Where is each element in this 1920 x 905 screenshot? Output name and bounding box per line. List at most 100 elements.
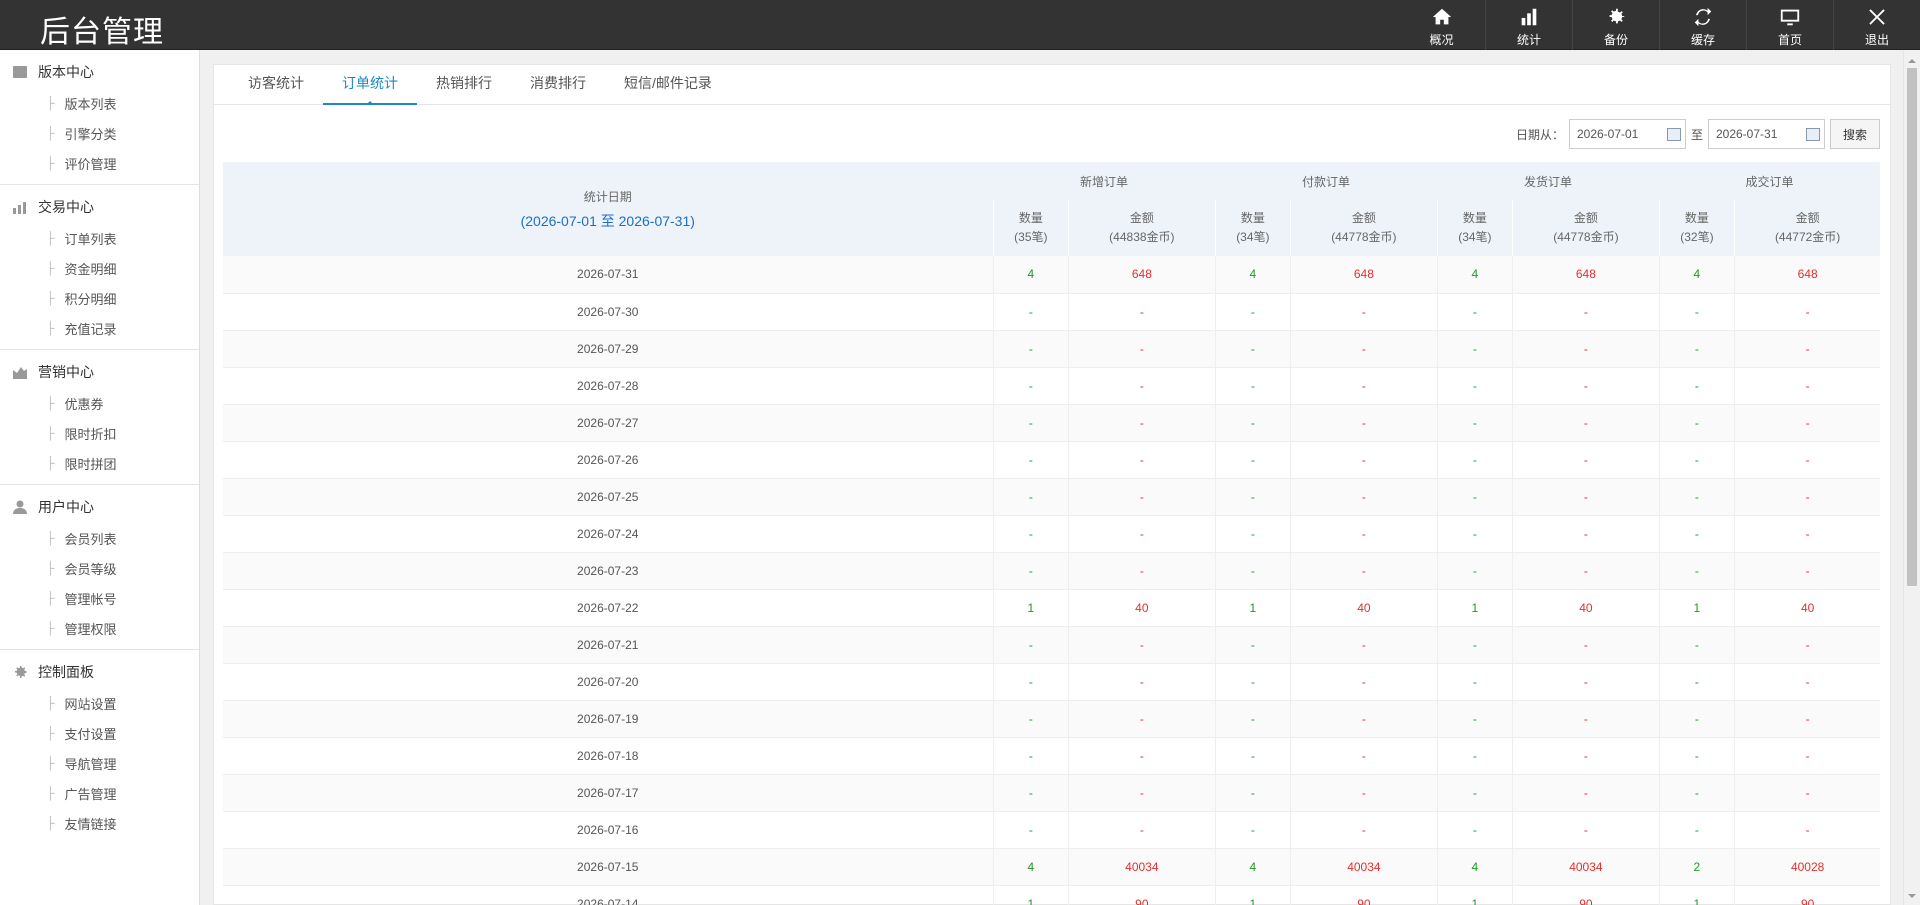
nav-stats[interactable]: 统计 [1485, 0, 1572, 50]
sidebar-item[interactable]: ├ 会员列表 [0, 523, 199, 553]
item-label: 广告管理 [64, 786, 117, 802]
sub-header: 金额 (44778金币) [1512, 200, 1660, 256]
date-cell: 2026-07-27 [223, 404, 993, 442]
sidebar-item[interactable]: ├ 评价管理 [0, 148, 199, 178]
group-title-text: 控制面板 [38, 664, 94, 680]
sidebar-group-title[interactable]: 控制面板 [0, 656, 199, 688]
date-from-input[interactable]: 2026-07-01 [1568, 119, 1686, 149]
sidebar-item[interactable]: ├ 导航管理 [0, 748, 199, 778]
sidebar-item[interactable]: ├ 广告管理 [0, 778, 199, 808]
sub-header: 金额 (44772金币) [1734, 200, 1880, 256]
refresh-icon [1694, 7, 1712, 27]
date-cell: 2026-07-21 [223, 626, 993, 664]
item-label: 友情链接 [64, 816, 117, 832]
close-icon [1869, 9, 1885, 25]
count-cell: - [1436, 626, 1513, 664]
item-label: 评价管理 [64, 156, 117, 172]
sidebar-group-title[interactable]: 用户中心 [0, 491, 199, 523]
sub-header-total: (44772金币) [1774, 230, 1841, 244]
sidebar-item[interactable]: ├ 优惠券 [0, 388, 199, 418]
amount-cell: - [1734, 367, 1880, 405]
count-cell: - [1658, 330, 1735, 368]
item-label: 优惠券 [64, 396, 104, 412]
calendar-icon[interactable] [1666, 128, 1681, 141]
sidebar-group-title[interactable]: 营销中心 [0, 356, 199, 388]
date-cell: 2026-07-22 [223, 589, 993, 627]
date-filter: 日期从： 2026-07-01 至 2026-07-31 搜索 [1516, 119, 1880, 149]
sidebar-item[interactable]: ├ 资金明细 [0, 253, 199, 283]
sidebar-item[interactable]: ├ 版本列表 [0, 88, 199, 118]
count-cell: - [1658, 700, 1735, 738]
tab-order-stats[interactable]: 订单统计 [323, 65, 417, 105]
scroll-down-icon[interactable] [1908, 894, 1916, 902]
count-cell: - [1214, 737, 1291, 775]
date-cell: 2026-07-23 [223, 552, 993, 590]
amount-cell: - [1290, 811, 1438, 849]
scroll-up-icon[interactable] [1908, 55, 1916, 63]
sidebar-group-user: 用户中心 ├ 会员列表 ├ 会员等级 ├ 管理帐号 ├ 管理权限 [0, 485, 199, 650]
amount-cell: - [1290, 663, 1438, 701]
sidebar-item[interactable]: ├ 管理权限 [0, 613, 199, 643]
date-cell: 2026-07-17 [223, 774, 993, 812]
tab-sms-email-log[interactable]: 短信/邮件记录 [605, 65, 731, 105]
count-cell: 1 [992, 885, 1069, 905]
nav-logout[interactable]: 退出 [1833, 0, 1920, 50]
sub-header-total: (34笔) [1236, 230, 1270, 244]
table-row: 2026-07-24- - - - - - - - [223, 515, 1880, 553]
gear-icon [1609, 8, 1625, 24]
tab-visitor-stats[interactable]: 访客统计 [229, 65, 323, 105]
sidebar-item[interactable]: ├ 限时拼团 [0, 448, 199, 478]
item-label: 引擎分类 [64, 126, 117, 142]
sidebar-item[interactable]: ├ 充值记录 [0, 313, 199, 343]
table-row: 2026-07-20- - - - - - - - [223, 663, 1880, 701]
count-cell: 1 [992, 589, 1069, 627]
page-scrollbar[interactable] [1903, 50, 1920, 905]
count-cell: - [1214, 552, 1291, 590]
nav-overview[interactable]: 概况 [1398, 0, 1485, 50]
count-cell: 1 [1214, 589, 1291, 627]
sidebar-item[interactable]: ├ 引擎分类 [0, 118, 199, 148]
sidebar-item[interactable]: ├ 友情链接 [0, 808, 199, 838]
amount-cell: - [1068, 367, 1216, 405]
sidebar-item[interactable]: ├ 支付设置 [0, 718, 199, 748]
count-cell: - [1436, 404, 1513, 442]
date-cell: 2026-07-28 [223, 367, 993, 405]
table-row: 2026-07-27- - - - - - - - [223, 404, 1880, 442]
sub-header-total: (44778金币) [1331, 230, 1397, 244]
nav-backup[interactable]: 备份 [1572, 0, 1659, 50]
count-cell: 4 [992, 848, 1069, 886]
tab-hot-sales[interactable]: 热销排行 [417, 65, 511, 105]
tree-line-icon: ├ [46, 591, 55, 605]
amount-cell: - [1068, 441, 1216, 479]
main-panel: 访客统计 订单统计 热销排行 消费排行 短信/邮件记录 日期从： 2026-07… [213, 64, 1891, 905]
amount-cell: - [1290, 515, 1438, 553]
amount-cell: - [1290, 367, 1438, 405]
top-nav: 概况 统计 备份 缓存 首页 退出 [1398, 0, 1920, 50]
sub-header-total: (44838金币) [1109, 230, 1175, 244]
item-label: 资金明细 [64, 261, 117, 277]
calendar-icon[interactable] [1805, 128, 1820, 141]
count-cell: - [992, 737, 1069, 775]
sub-header-name: 数量 [1462, 211, 1487, 225]
sidebar-item[interactable]: ├ 限时折扣 [0, 418, 199, 448]
bar-icon [13, 202, 26, 214]
scroll-thumb[interactable] [1907, 68, 1917, 586]
sidebar-item[interactable]: ├ 订单列表 [0, 223, 199, 253]
tab-consumption-rank[interactable]: 消费排行 [511, 65, 605, 105]
count-cell: - [1436, 515, 1513, 553]
sidebar-item[interactable]: ├ 网站设置 [0, 688, 199, 718]
count-cell: - [992, 552, 1069, 590]
sidebar-item[interactable]: ├ 管理帐号 [0, 583, 199, 613]
monitor-icon [1780, 9, 1800, 26]
search-button[interactable]: 搜索 [1829, 119, 1880, 149]
sidebar-group-title[interactable]: 交易中心 [0, 191, 199, 223]
nav-home[interactable]: 首页 [1746, 0, 1833, 50]
sidebar-item[interactable]: ├ 会员等级 [0, 553, 199, 583]
count-cell: - [1214, 367, 1291, 405]
count-cell: - [1436, 478, 1513, 516]
sidebar-item[interactable]: ├ 积分明细 [0, 283, 199, 313]
nav-cache[interactable]: 缓存 [1659, 0, 1746, 50]
sidebar-group-title[interactable]: 版本中心 [0, 56, 199, 88]
date-to-input[interactable]: 2026-07-31 [1707, 119, 1825, 149]
amount-cell: 40034 [1068, 848, 1216, 886]
